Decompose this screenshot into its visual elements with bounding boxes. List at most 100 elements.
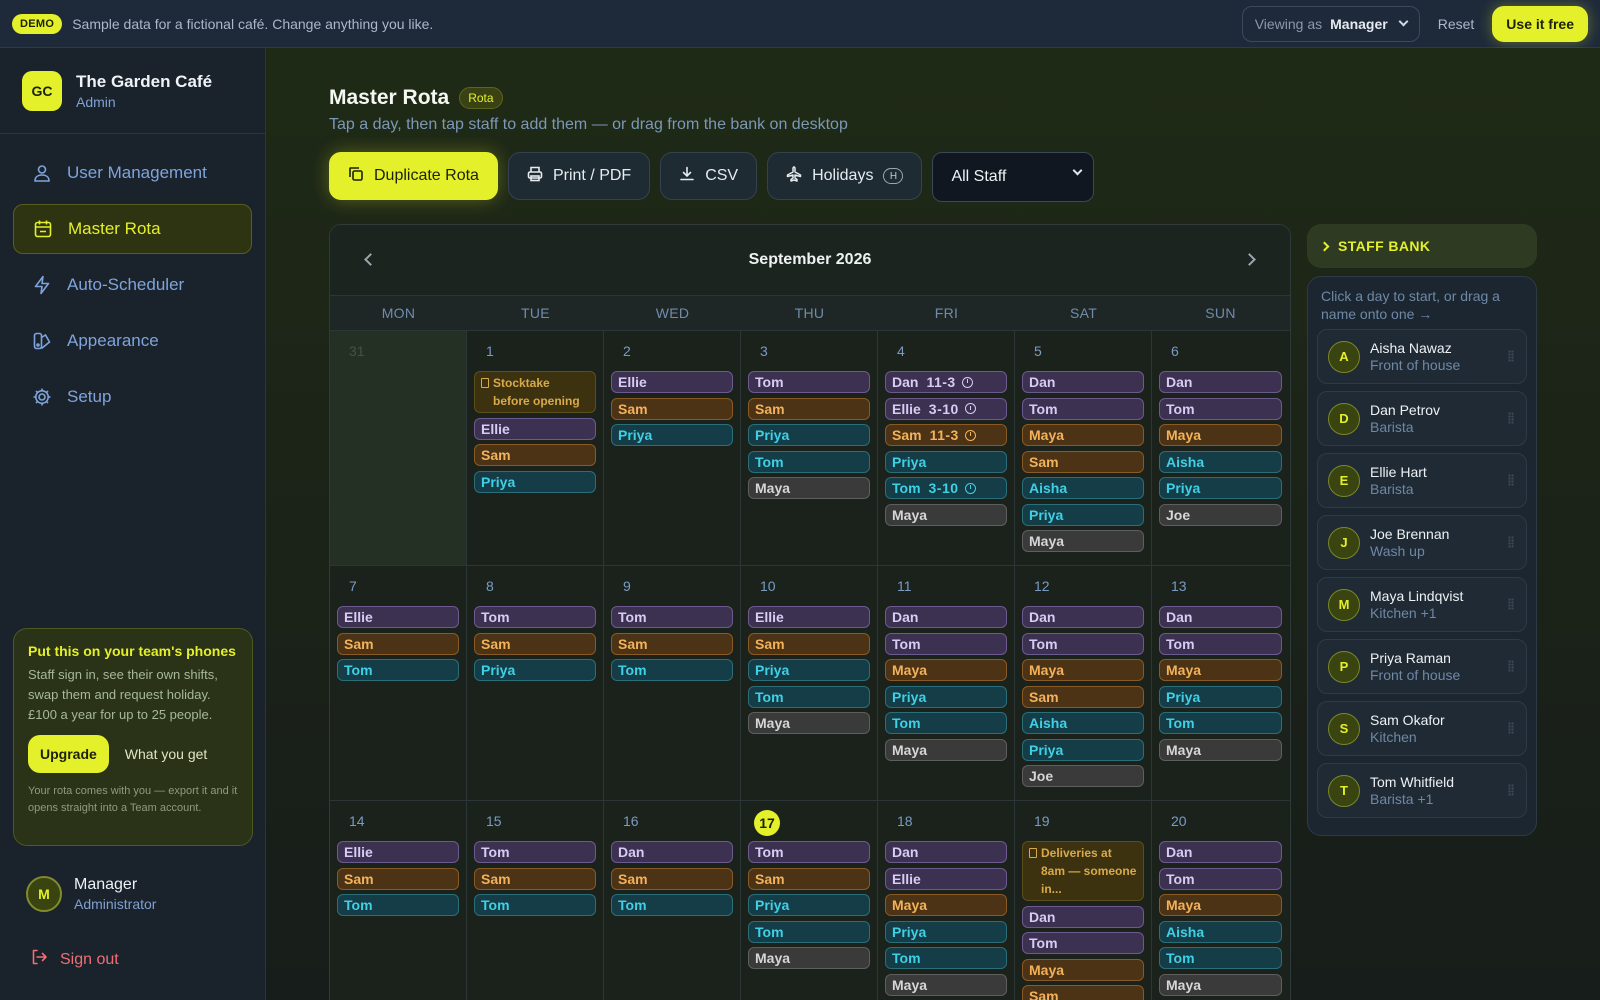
upgrade-button[interactable]: Upgrade xyxy=(28,735,109,773)
shift-chip[interactable]: Maya xyxy=(885,973,1007,996)
shift-chip[interactable]: Tom xyxy=(1159,397,1282,420)
prev-month-icon[interactable] xyxy=(364,253,377,266)
shift-chip[interactable]: Sam xyxy=(337,867,459,890)
sidebar-item-auto-scheduler[interactable]: Auto-Scheduler xyxy=(13,260,252,310)
calendar-day-cell[interactable]: 17 Tom Sam Priya Tom Maya xyxy=(741,801,878,1000)
shift-chip[interactable]: Tom xyxy=(611,606,733,628)
print-pdf-button[interactable]: Print / PDF xyxy=(507,152,651,200)
use-it-free-button[interactable]: Use it free xyxy=(1492,5,1588,42)
shift-chip[interactable]: Sam 11-3 xyxy=(885,424,1007,446)
drag-handle-icon[interactable] xyxy=(1508,474,1514,486)
shift-chip[interactable]: Priya xyxy=(885,920,1007,943)
shift-chip[interactable]: Tom xyxy=(1159,867,1282,890)
shift-chip[interactable]: Sam xyxy=(1022,985,1144,1000)
shift-chip[interactable]: Tom xyxy=(1159,947,1282,969)
shift-chip[interactable]: Tom xyxy=(474,841,596,863)
calendar-day-cell[interactable]: 15 Tom Sam Tom xyxy=(467,801,604,1000)
shift-chip[interactable]: Dan xyxy=(1159,841,1282,863)
shift-chip[interactable]: Maya xyxy=(1022,958,1144,981)
shift-chip[interactable]: Tom 3-10 xyxy=(885,477,1007,499)
shift-chip[interactable]: Priya xyxy=(748,894,870,916)
staff-card[interactable]: E Ellie Hart Barista xyxy=(1317,453,1527,508)
shift-chip[interactable]: Aisha xyxy=(1022,477,1144,499)
shift-chip[interactable]: Dan xyxy=(885,841,1007,863)
shift-chip[interactable]: Ellie xyxy=(337,606,459,628)
shift-chip[interactable]: Maya xyxy=(885,659,1007,681)
calendar-day-cell[interactable]: 14 Ellie Sam Tom xyxy=(330,801,467,1000)
shift-chip[interactable]: Joe xyxy=(1159,503,1282,526)
shift-chip[interactable]: Aisha xyxy=(1159,450,1282,473)
shift-chip[interactable]: Maya xyxy=(748,477,870,499)
shift-chip[interactable]: Sam xyxy=(748,397,870,420)
shift-chip[interactable]: Ellie xyxy=(337,841,459,863)
shift-chip[interactable]: Aisha xyxy=(1159,920,1282,943)
shift-chip[interactable]: Sam xyxy=(474,632,596,655)
shift-chip[interactable]: Priya xyxy=(748,659,870,681)
shift-chip[interactable]: Maya xyxy=(1159,659,1282,681)
shift-chip[interactable]: Ellie xyxy=(748,606,870,628)
shift-chip[interactable]: Tom xyxy=(748,920,870,943)
staff-card[interactable]: M Maya Lindqvist Kitchen +1 xyxy=(1317,577,1527,632)
shift-chip[interactable]: Tom xyxy=(1159,712,1282,734)
shift-chip[interactable]: Dan xyxy=(1022,371,1144,393)
shift-chip[interactable]: Tom xyxy=(885,632,1007,655)
calendar-day-cell[interactable]: 10 Ellie Sam Priya Tom Maya xyxy=(741,566,878,800)
shift-chip[interactable]: Tom xyxy=(337,894,459,916)
calendar-day-cell[interactable]: 19 Deliveries at 8am — someone in... Dan To… xyxy=(1015,801,1152,1000)
shift-chip[interactable]: Joe xyxy=(1022,765,1144,787)
csv-button[interactable]: CSV xyxy=(660,152,758,200)
drag-handle-icon[interactable] xyxy=(1508,660,1514,672)
shift-chip[interactable]: Sam xyxy=(474,867,596,890)
drag-handle-icon[interactable] xyxy=(1508,598,1514,610)
shift-chip[interactable]: Tom xyxy=(748,685,870,708)
shift-chip[interactable]: Priya xyxy=(885,685,1007,708)
day-note[interactable]: Stocktake before opening xyxy=(474,371,596,413)
shift-chip[interactable]: Maya xyxy=(1159,424,1282,446)
staff-card[interactable]: T Tom Whitfield Barista +1 xyxy=(1317,763,1527,818)
shift-chip[interactable]: Tom xyxy=(1022,397,1144,420)
shift-chip[interactable]: Priya xyxy=(885,450,1007,473)
drag-handle-icon[interactable] xyxy=(1508,722,1514,734)
shift-chip[interactable]: Sam xyxy=(611,867,733,890)
drag-handle-icon[interactable] xyxy=(1508,412,1514,424)
calendar-day-cell[interactable]: 4 Dan 11-3 Ellie 3-10 Sam 11-3 Priya Tom 3-10 Maya xyxy=(878,331,1015,565)
shift-chip[interactable]: Maya xyxy=(748,712,870,734)
shift-chip[interactable]: Ellie xyxy=(474,417,596,440)
calendar-day-cell[interactable]: 9 Tom Sam Tom xyxy=(604,566,741,800)
shift-chip[interactable]: Sam xyxy=(611,632,733,655)
shift-chip[interactable]: Priya xyxy=(474,659,596,681)
calendar-day-cell[interactable]: 18 Dan Ellie Maya Priya Tom Maya xyxy=(878,801,1015,1000)
sidebar-item-appearance[interactable]: Appearance xyxy=(13,316,252,366)
shift-chip[interactable]: Tom xyxy=(748,841,870,863)
shift-chip[interactable]: Maya xyxy=(1159,894,1282,916)
sign-out-button[interactable]: Sign out xyxy=(30,948,119,971)
shift-chip[interactable]: Dan xyxy=(885,606,1007,628)
shift-chip[interactable]: Tom xyxy=(474,606,596,628)
shift-chip[interactable]: Maya xyxy=(885,738,1007,761)
shift-chip[interactable]: Tom xyxy=(611,894,733,916)
shift-chip[interactable]: Sam xyxy=(474,444,596,466)
shift-chip[interactable]: Aisha xyxy=(1022,712,1144,734)
holidays-button[interactable]: Holidays H xyxy=(767,152,923,200)
shift-chip[interactable]: Priya xyxy=(748,424,870,446)
staff-bank-toggle[interactable]: STAFF BANK xyxy=(1307,224,1537,268)
staff-card[interactable]: D Dan Petrov Barista xyxy=(1317,391,1527,446)
calendar-day-cell[interactable]: 7 Ellie Sam Tom xyxy=(330,566,467,800)
duplicate-rota-button[interactable]: Duplicate Rota xyxy=(329,152,498,200)
shift-chip[interactable]: Dan xyxy=(1159,606,1282,628)
shift-chip[interactable]: Sam xyxy=(1022,685,1144,708)
shift-chip[interactable]: Maya xyxy=(1022,530,1144,552)
shift-chip[interactable]: Dan xyxy=(1159,371,1282,393)
calendar-day-cell[interactable]: 2 Ellie Sam Priya xyxy=(604,331,741,565)
shift-chip[interactable]: Priya xyxy=(611,424,733,446)
what-you-get-link[interactable]: What you get xyxy=(125,746,208,762)
shift-chip[interactable]: Priya xyxy=(1022,738,1144,761)
shift-chip[interactable]: Tom xyxy=(337,659,459,681)
shift-chip[interactable]: Ellie xyxy=(611,371,733,393)
drag-handle-icon[interactable] xyxy=(1508,784,1514,796)
calendar-day-cell[interactable]: 12 Dan Tom Maya Sam Aisha Priya Joe xyxy=(1015,566,1152,800)
shift-chip[interactable]: Sam xyxy=(337,632,459,655)
calendar-day-cell[interactable]: 6 Dan Tom Maya Aisha Priya Joe xyxy=(1152,331,1289,565)
shift-chip[interactable]: Sam xyxy=(748,632,870,655)
shift-chip[interactable]: Tom xyxy=(885,712,1007,734)
